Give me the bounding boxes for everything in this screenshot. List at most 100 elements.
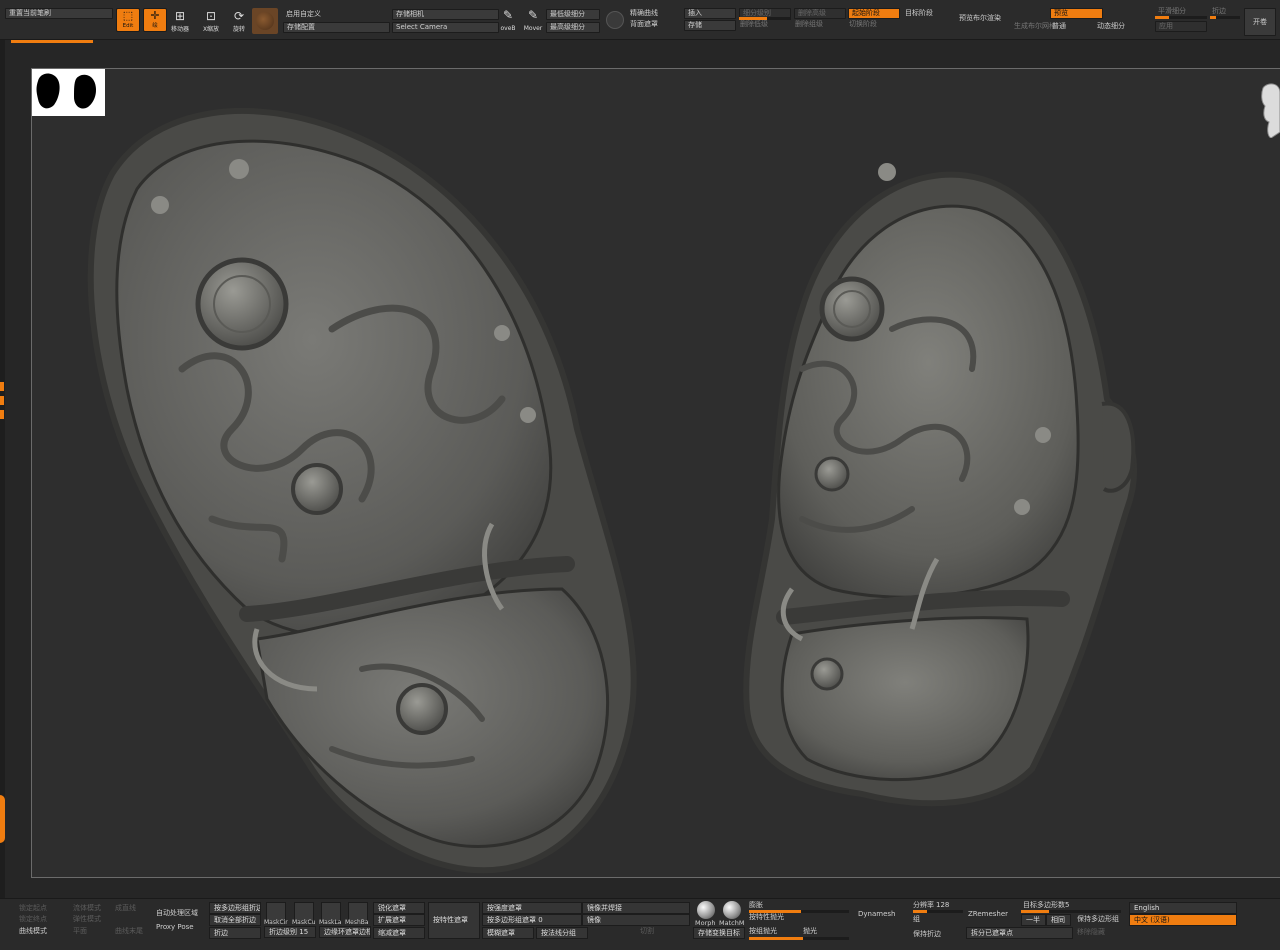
- sharpen-mask-button[interactable]: 锐化遮罩: [373, 902, 425, 914]
- target-polygons-slider[interactable]: [1021, 910, 1121, 913]
- mover-brush-button[interactable]: ✎ Mover: [520, 6, 546, 36]
- language-chinese-button[interactable]: 中文 (汉语): [1129, 914, 1237, 926]
- mirror-weld-button[interactable]: 镜像并焊接: [582, 902, 690, 914]
- curve-end-label[interactable]: 曲线末尾: [115, 927, 143, 936]
- crease-button[interactable]: 折边: [209, 927, 261, 939]
- crease-slider[interactable]: [1210, 16, 1240, 19]
- auto-region-label[interactable]: 自动处理区域: [156, 909, 198, 918]
- group-polish-label[interactable]: 按组抛光: [749, 927, 777, 936]
- symmetry-icon[interactable]: [606, 11, 624, 29]
- rail-marker[interactable]: [0, 382, 4, 391]
- crease-label[interactable]: 折边: [1212, 7, 1226, 16]
- rail-marker[interactable]: [0, 396, 4, 405]
- remove-hidden-label[interactable]: 移除隐藏: [1077, 928, 1105, 937]
- group-label[interactable]: 组: [913, 915, 920, 924]
- feature-polish-label[interactable]: 按特性抛光: [749, 913, 784, 922]
- draw-button[interactable]: ✛ 绘: [143, 8, 167, 32]
- curve-mode-label[interactable]: 曲线模式: [19, 927, 47, 936]
- inflate-label[interactable]: 膨胀: [749, 901, 763, 910]
- material-swatch[interactable]: [252, 8, 278, 34]
- orientation-head-icon[interactable]: [1257, 82, 1280, 139]
- normal-group-button[interactable]: 按法线分组: [536, 927, 588, 939]
- delete-lower-label[interactable]: 删除低级: [740, 20, 768, 29]
- brush-icon: ✎: [502, 8, 514, 22]
- grow-mask-button[interactable]: 扩展遮罩: [373, 914, 425, 926]
- edit-button[interactable]: ⬚ Edit: [116, 8, 140, 32]
- dynamic-subdiv-label[interactable]: 动态细分: [1097, 22, 1125, 31]
- resolution-slider[interactable]: [913, 910, 963, 913]
- straight-line-label[interactable]: 成直线: [115, 904, 136, 913]
- strength-mask-button[interactable]: 按强度遮罩: [482, 902, 582, 914]
- precise-curve-label[interactable]: 精确曲线: [630, 9, 658, 18]
- delete-higher-field[interactable]: 删除高级: [794, 8, 846, 19]
- keep-crease-label[interactable]: 保持折边: [913, 930, 941, 939]
- generate-boolean-label[interactable]: 生成布尔网格: [1014, 22, 1056, 31]
- lock-end-label[interactable]: 锁定终点: [19, 915, 47, 924]
- matchmaker-sphere-icon[interactable]: [723, 901, 741, 919]
- same-button[interactable]: 相同: [1046, 914, 1071, 926]
- delete-group-label[interactable]: 删除组级: [795, 20, 823, 29]
- left-boss-large: [195, 257, 289, 351]
- save-config-button[interactable]: 存储配置: [283, 22, 390, 33]
- resolution-label[interactable]: 分辨率: [913, 901, 934, 910]
- target-stage-label[interactable]: 目标阶段: [905, 9, 933, 18]
- target-polygons-value[interactable]: 5: [1065, 901, 1069, 910]
- dynamesh-label[interactable]: Dynamesh: [858, 910, 895, 919]
- back-mask-label[interactable]: 背面遮罩: [630, 20, 658, 29]
- edge-loop-mask-button[interactable]: 边缘环遮罩边框: [319, 926, 371, 938]
- polygroup-crease-button[interactable]: 按多边形组折边: [209, 902, 261, 914]
- cut-label[interactable]: 切割: [640, 927, 654, 936]
- highest-subdiv-button[interactable]: 最高级细分: [546, 22, 600, 33]
- flat-mode-label[interactable]: 平面: [73, 927, 87, 936]
- mirror-button[interactable]: 镜像: [582, 914, 690, 926]
- preview-boolean-label[interactable]: 预览布尔渲染: [959, 14, 1001, 23]
- normal-label[interactable]: 普通: [1052, 22, 1066, 31]
- start-stage-button[interactable]: 起始阶段: [848, 8, 900, 19]
- lowest-subdiv-button[interactable]: 最低级细分: [546, 9, 600, 20]
- move-tool-button[interactable]: ⊞ 移动器: [167, 7, 193, 37]
- apply-button[interactable]: 应用: [1155, 21, 1207, 32]
- zremesher-label[interactable]: ZRemesher: [968, 910, 1008, 919]
- switch-stage-label[interactable]: 切换阶段: [849, 20, 877, 29]
- viewport-canvas[interactable]: [31, 68, 1280, 878]
- sculpted-armor-model: [87, 107, 1138, 874]
- cancel-crease-button[interactable]: 取消全部折边: [209, 914, 261, 926]
- thumbnail-silhouette-icon: [36, 73, 96, 109]
- save-camera-button[interactable]: 存储相机: [392, 9, 499, 20]
- brush-reset-field[interactable]: 重置当前笔刷: [5, 8, 113, 19]
- language-english-button[interactable]: English: [1129, 902, 1237, 914]
- feature-mask-button[interactable]: 按特性遮罩: [428, 902, 480, 939]
- left-boss-small: [291, 463, 343, 515]
- fluid-mode-label[interactable]: 流体模式: [73, 904, 101, 913]
- rail-marker[interactable]: [0, 410, 4, 419]
- rotate-tool-button[interactable]: ⟳ 旋转: [226, 7, 252, 37]
- smooth-subdiv-label[interactable]: 平滑细分: [1158, 7, 1186, 16]
- custom-enable-label[interactable]: 启用自定义: [286, 10, 321, 19]
- polygroup-mask-slider[interactable]: 按多边形组遮罩 0: [482, 914, 582, 926]
- insert-button[interactable]: 插入: [684, 8, 736, 19]
- proxy-pose-label[interactable]: Proxy Pose: [156, 923, 194, 932]
- select-camera-dropdown[interactable]: Select Camera: [392, 22, 499, 33]
- blur-mask-button[interactable]: 模糊遮罩: [482, 927, 534, 939]
- split-masked-button[interactable]: 拆分已遮罩点: [966, 927, 1073, 939]
- open-button[interactable]: 开卷: [1244, 8, 1276, 36]
- elastic-mode-label[interactable]: 弹性模式: [73, 915, 101, 924]
- polish-label[interactable]: 抛光: [803, 927, 817, 936]
- smooth-subdiv-slider[interactable]: [1155, 16, 1207, 19]
- target-polygons-label[interactable]: 目标多边形数: [1023, 901, 1065, 910]
- navigator-thumbnail[interactable]: [32, 69, 105, 116]
- shrink-mask-button[interactable]: 缩减遮罩: [373, 927, 425, 939]
- save-morph-target-button[interactable]: 存储变换目标: [693, 927, 745, 939]
- polish-slider[interactable]: [749, 937, 849, 940]
- color-picker-icon[interactable]: [0, 795, 5, 843]
- keep-polygroups-label[interactable]: 保持多边形组: [1077, 915, 1119, 924]
- preview-toggle[interactable]: 预览: [1050, 8, 1103, 19]
- morph-sphere-icon[interactable]: [697, 901, 715, 919]
- lock-start-label[interactable]: 锁定起点: [19, 904, 47, 913]
- resolution-value[interactable]: 128: [936, 901, 949, 910]
- crease-level-slider[interactable]: 折边级别 15: [264, 926, 316, 938]
- half-button[interactable]: 一半: [1021, 914, 1046, 926]
- move-brush-button[interactable]: ✎ oveB: [495, 6, 521, 36]
- store-button[interactable]: 存储: [684, 20, 736, 31]
- scale-tool-button[interactable]: ⊡ X缩放: [198, 7, 224, 37]
